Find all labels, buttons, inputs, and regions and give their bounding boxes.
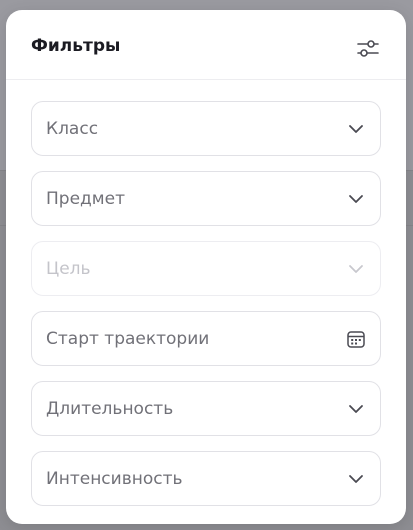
calendar-icon[interactable]: [346, 329, 366, 349]
class-select-placeholder: Класс: [46, 119, 99, 139]
filter-settings-button[interactable]: [354, 34, 382, 62]
chevron-down-icon: [349, 405, 363, 413]
class-select[interactable]: Класс: [31, 101, 381, 156]
modal-header: Фильтры: [6, 10, 406, 80]
goal-select: Цель: [31, 241, 381, 296]
modal-title: Фильтры: [31, 36, 121, 56]
chevron-down-icon: [349, 475, 363, 483]
subject-select-placeholder: Предмет: [46, 189, 125, 209]
chevron-down-icon: [349, 195, 363, 203]
goal-select-placeholder: Цель: [46, 259, 91, 279]
subject-select[interactable]: Предмет: [31, 171, 381, 226]
intensity-select[interactable]: Интенсивность: [31, 451, 381, 506]
filters-modal: Фильтры Класс Предмет Цель Старт траекто…: [6, 10, 406, 524]
duration-select[interactable]: Длительность: [31, 381, 381, 436]
trajectory-start-date-placeholder: Старт траектории: [46, 329, 210, 349]
chevron-down-icon: [349, 265, 363, 273]
sliders-icon: [357, 40, 379, 57]
intensity-select-placeholder: Интенсивность: [46, 469, 183, 489]
trajectory-start-date-input[interactable]: Старт траектории: [31, 311, 381, 366]
chevron-down-icon: [349, 125, 363, 133]
duration-select-placeholder: Длительность: [46, 399, 174, 419]
